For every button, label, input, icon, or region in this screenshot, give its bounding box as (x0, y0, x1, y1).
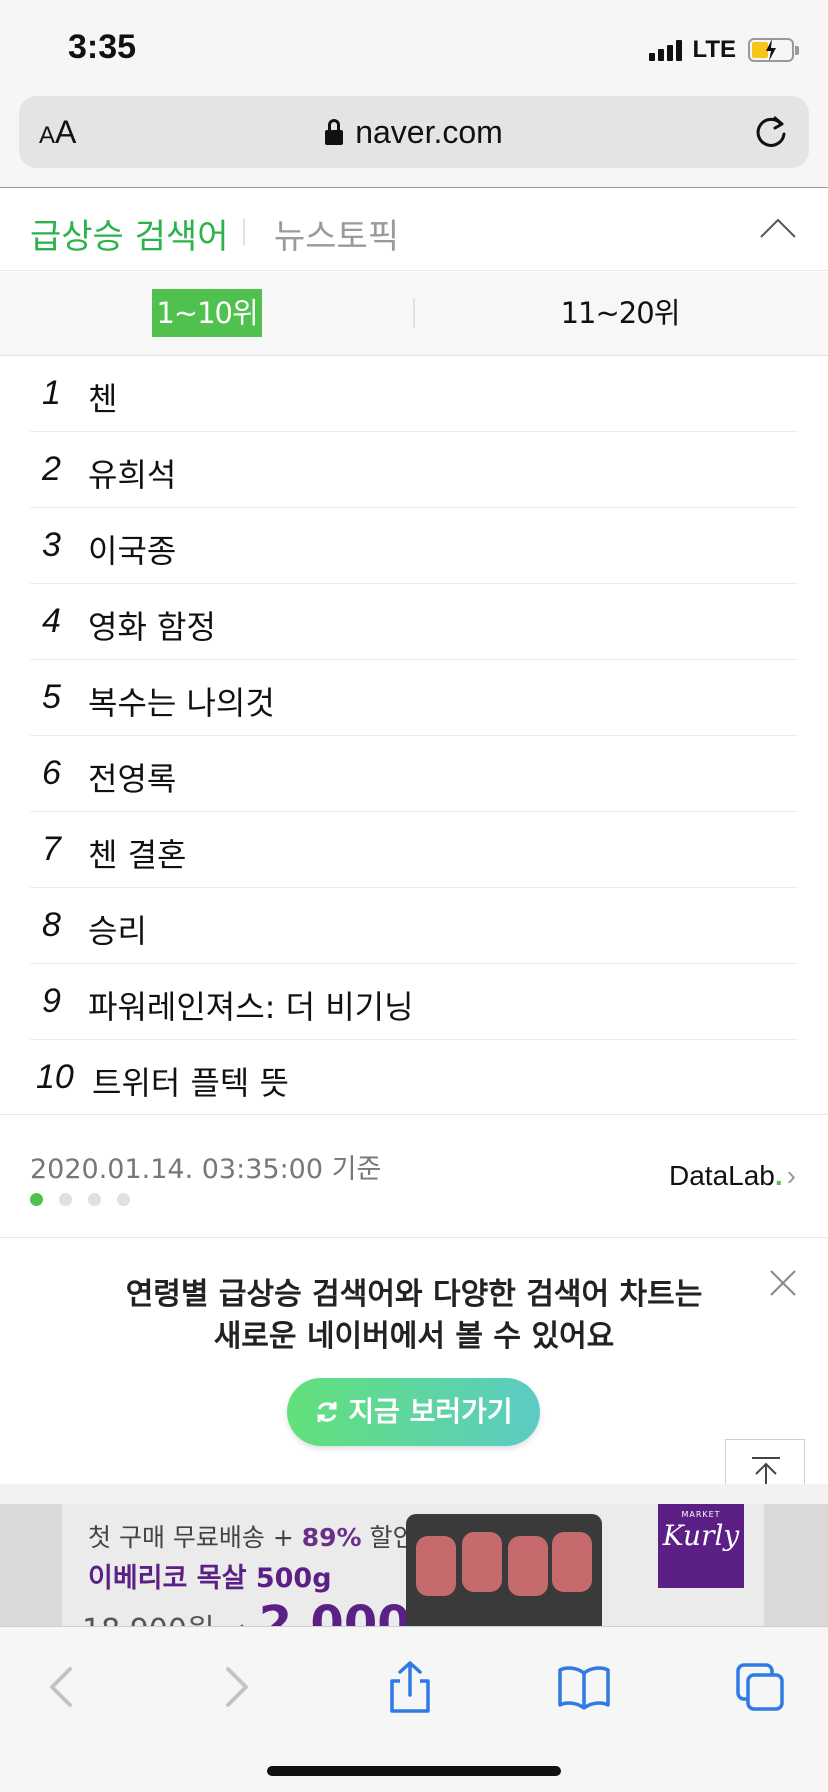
go-now-button[interactable]: 지금 보러가기 (287, 1378, 540, 1446)
url-display[interactable]: naver.com (19, 114, 809, 151)
ad-headline-prefix: 첫 구매 무료배송 + (88, 1523, 302, 1552)
ranking-row[interactable]: 6 전영록 (30, 736, 798, 812)
ranking-row[interactable]: 8 승리 (30, 888, 798, 964)
tab-news-topics[interactable]: 뉴스토픽 (274, 209, 399, 258)
status-indicators: LTE (649, 36, 799, 64)
page-dot[interactable] (117, 1193, 130, 1206)
tab-rising-keywords[interactable]: 급상승 검색어 (30, 209, 229, 258)
chevron-up-icon[interactable] (758, 215, 798, 241)
address-bar[interactable]: AA naver.com (19, 96, 809, 168)
rank-number: 1 (42, 374, 61, 412)
ad-price-old: 18,900원 → (82, 1613, 259, 1626)
rank-keyword[interactable]: 전영록 (88, 754, 176, 800)
page-dot-active[interactable] (30, 1193, 43, 1206)
reload-icon[interactable] (751, 112, 791, 152)
page-dot[interactable] (59, 1193, 72, 1206)
rank-number: 7 (42, 830, 61, 868)
lock-icon (325, 119, 344, 145)
rank-number: 2 (42, 450, 61, 488)
datalab-label: DataLab (669, 1160, 775, 1191)
promo-line-1: 연령별 급상승 검색어와 다양한 검색어 차트는 (125, 1277, 703, 1312)
promo-line-2: 새로운 네이버에서 볼 수 있어요 (213, 1319, 615, 1354)
status-bar: 3:35 LTE (0, 0, 828, 92)
rank-keyword[interactable]: 파워레인져스: 더 비기닝 (88, 982, 414, 1028)
ranking-list: 1첸 2 유희석 3 이국종 4 영화 함정 5 복수는 나의것 6 전영록 7첸 결혼 … (30, 356, 798, 1116)
list-divider (0, 1114, 828, 1115)
tab-rank-1-10[interactable]: 1~10위 (152, 289, 262, 337)
tab-rank-11-20[interactable]: 11~20위 (560, 289, 681, 337)
product-image (406, 1514, 602, 1626)
share-icon[interactable] (380, 1657, 440, 1717)
rank-number: 3 (42, 526, 61, 564)
promo-banner: 연령별 급상승 검색어와 다양한 검색어 차트는 새로운 네이버에서 볼 수 있… (0, 1238, 828, 1484)
ranking-row[interactable]: 5 복수는 나의것 (30, 660, 798, 736)
page-indicator (30, 1193, 130, 1206)
go-now-label: 지금 보러가기 (348, 1395, 513, 1428)
range-tabs: 1~10위 11~20위 (0, 272, 828, 356)
ad-price: 18,900원 → 2,000 (82, 1596, 411, 1626)
ranking-row[interactable]: 1첸 (30, 356, 798, 432)
status-time: 3:35 (68, 28, 137, 66)
rank-number: 9 (42, 982, 61, 1020)
back-icon[interactable] (32, 1657, 92, 1717)
network-label: LTE (692, 36, 736, 63)
rank-number: 10 (36, 1058, 74, 1096)
ranking-row[interactable]: 9 파워레인져스: 더 비기닝 (30, 964, 798, 1040)
tabs-icon[interactable] (730, 1657, 790, 1717)
rank-keyword[interactable]: 트위터 플텍 뜻 (92, 1058, 289, 1104)
rank-keyword[interactable]: 첸 (88, 374, 117, 420)
ad-product: 이베리코 목살 500g (88, 1563, 332, 1594)
update-timestamp: 2020.01.14. 03:35:00 기준 (30, 1154, 382, 1185)
bookmarks-icon[interactable] (554, 1657, 614, 1717)
datalab-link[interactable]: DataLab. › (669, 1160, 796, 1192)
rank-keyword[interactable]: 복수는 나의것 (88, 678, 275, 724)
home-indicator[interactable] (267, 1766, 561, 1776)
rank-keyword[interactable]: 이국종 (88, 526, 176, 572)
ranking-row[interactable]: 2 유희석 (30, 432, 798, 508)
close-icon[interactable] (768, 1268, 798, 1298)
rank-number: 4 (42, 602, 61, 640)
browser-address-area: AA naver.com (0, 92, 828, 188)
ad-headline: 첫 구매 무료배송 + 89% 할인 (88, 1518, 416, 1554)
forward-icon[interactable] (206, 1657, 266, 1717)
battery-icon (748, 38, 799, 62)
rank-keyword[interactable]: 유희석 (88, 450, 176, 496)
ranking-header: 급상승 검색어 뉴스토픽 (0, 189, 828, 271)
tab-divider (243, 219, 245, 245)
ad-banner[interactable]: 첫 구매 무료배송 + 89% 할인 이베리코 목살 500g 18,900원 … (0, 1504, 828, 1626)
page-dot[interactable] (88, 1193, 101, 1206)
promo-message: 연령별 급상승 검색어와 다양한 검색어 차트는 새로운 네이버에서 볼 수 있… (0, 1274, 828, 1358)
ranking-row[interactable]: 4 영화 함정 (30, 584, 798, 660)
rank-number: 6 (42, 754, 61, 792)
signal-icon (649, 39, 683, 61)
ranking-row[interactable]: 10 트위터 플텍 뜻 (30, 1040, 798, 1116)
ranking-row[interactable]: 3 이국종 (30, 508, 798, 584)
rank-number: 5 (42, 678, 61, 716)
ad-price-new: 2,000 (258, 1596, 411, 1626)
refresh-icon (317, 1402, 337, 1422)
datalab-dot: . (774, 1160, 783, 1191)
range-divider (413, 298, 415, 328)
rank-keyword[interactable]: 영화 함정 (88, 602, 216, 648)
chevron-right-icon: › (786, 1160, 796, 1191)
logo-market: MARKET (681, 1510, 721, 1519)
rank-keyword[interactable]: 첸 결혼 (88, 830, 187, 876)
kurly-logo: MARKET Kurly (658, 1504, 744, 1588)
rank-number: 8 (42, 906, 61, 944)
section-gap (0, 1484, 828, 1504)
ranking-row[interactable]: 7 첸 결혼 (30, 812, 798, 888)
ad-discount: 89% (301, 1523, 362, 1552)
logo-kurly: Kurly (662, 1519, 740, 1552)
url-text: naver.com (355, 114, 503, 150)
rank-keyword[interactable]: 승리 (88, 906, 147, 952)
ad-content[interactable]: 첫 구매 무료배송 + 89% 할인 이베리코 목살 500g 18,900원 … (62, 1504, 764, 1626)
